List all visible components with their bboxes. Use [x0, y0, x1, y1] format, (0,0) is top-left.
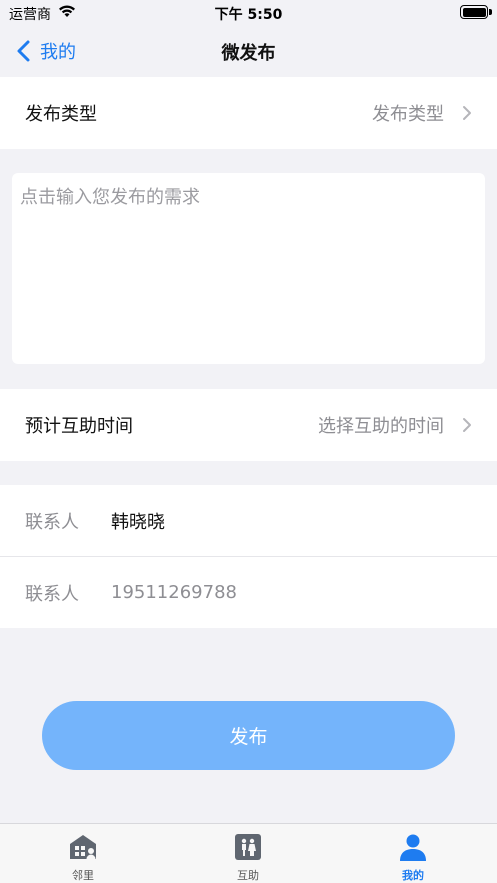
contact-phone-field[interactable]: 19511269788 [111, 582, 237, 603]
help-time-value: 选择互助的时间 [318, 416, 444, 437]
publish-type-label: 发布类型 [25, 104, 97, 125]
publish-type-row[interactable]: 发布类型 发布类型 [0, 77, 497, 149]
battery-icon [460, 5, 488, 19]
tab-mine-label: 我的 [402, 869, 424, 882]
demand-input-placeholder: 点击输入您发布的需求 [20, 187, 200, 208]
tab-mine[interactable]: 我的 [353, 824, 473, 883]
people-icon [235, 834, 261, 860]
publish-button[interactable]: 发布 [42, 701, 455, 770]
nav-bar: 我的 微发布 [0, 26, 497, 76]
tab-mutual-help-label: 互助 [237, 869, 259, 882]
contact-phone-row[interactable]: 联系人 19511269788 [0, 557, 497, 628]
contact-name-row[interactable]: 联系人 韩晓晓 [0, 485, 497, 556]
contact-name-field[interactable]: 韩晓晓 [111, 508, 165, 534]
tab-mutual-help[interactable]: 互助 [188, 824, 308, 883]
contact-phone-label: 联系人 [25, 583, 79, 605]
page-title: 微发布 [221, 43, 276, 64]
tab-bar: 邻里 互助 我的 [0, 823, 497, 883]
building-icon [70, 835, 96, 859]
person-icon [400, 834, 426, 861]
status-time: 下午 5:50 [214, 7, 283, 23]
tab-neighborhood-label: 邻里 [72, 869, 94, 882]
battery-tip [489, 9, 492, 15]
demand-input[interactable]: 点击输入您发布的需求 [12, 173, 485, 364]
chevron-right-icon [463, 418, 471, 432]
help-time-row[interactable]: 预计互助时间 选择互助的时间 [0, 389, 497, 461]
contact-name-label: 联系人 [25, 511, 79, 533]
publish-type-value: 发布类型 [372, 104, 444, 125]
help-time-label: 预计互助时间 [25, 416, 133, 437]
tab-neighborhood[interactable]: 邻里 [23, 824, 143, 883]
status-bar: 运营商 下午 5:50 [0, 0, 497, 26]
chevron-right-icon [463, 106, 471, 120]
